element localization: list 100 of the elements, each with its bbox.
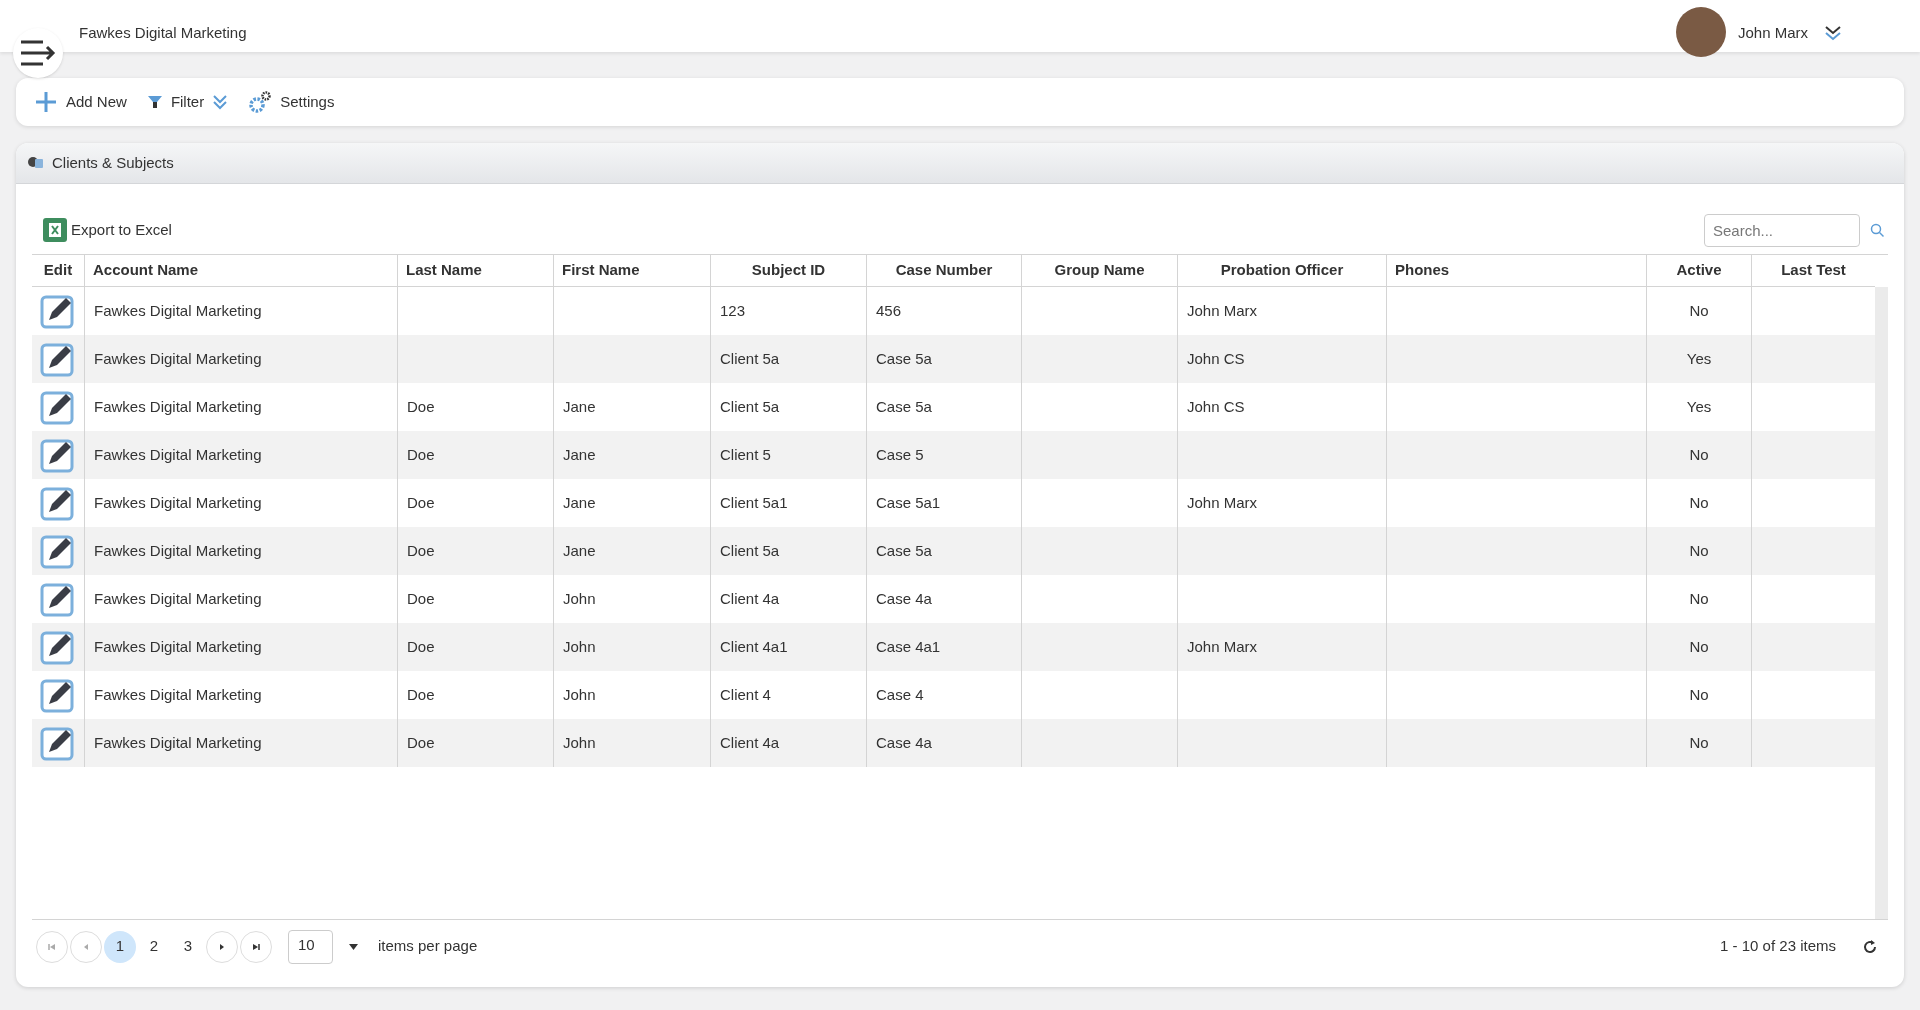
table-cell-text: Fawkes Digital Marketing [94,396,262,417]
page-button[interactable]: 1 [104,930,136,963]
dropdown-arrow-icon[interactable] [349,943,358,950]
table-cell-text: Client 4a1 [720,636,788,657]
column-header[interactable]: Subject ID [710,255,866,286]
edit-icon[interactable] [40,677,76,713]
column-header[interactable]: First Name [553,255,710,286]
edit-icon[interactable] [40,581,76,617]
column-header[interactable]: Case Number [866,255,1021,286]
table-cell-text: Doe [407,588,435,609]
column-header[interactable]: Phones [1386,255,1646,286]
export-excel-button[interactable]: Export to Excel [43,218,172,242]
table-cell-text: Doe [407,732,435,753]
column-header[interactable]: Account Name [84,255,397,286]
refresh-icon[interactable] [1862,938,1878,955]
table-cell-text: Client 5a [720,540,780,561]
table-cell-text: Client 5 [720,444,771,465]
table-cell-text: Fawkes Digital Marketing [94,540,262,561]
table-cell-text: Client 5a [720,396,780,417]
table-cell-text: John CS [1187,396,1245,417]
settings-icon [248,90,273,114]
table-cell-text: John Marx [1187,636,1258,657]
add-new-button[interactable]: Add New [34,90,127,114]
table-cell-text: Case 4 [876,684,924,705]
table-cell-text: Client 5a1 [720,492,788,513]
page-button[interactable]: 3 [172,930,204,963]
table-cell-text: Doe [407,540,435,561]
table-cell-text: Jane [563,444,596,465]
settings-button[interactable]: Settings [248,90,335,114]
people-icon [28,156,44,170]
edit-icon[interactable] [40,725,76,761]
table-cell-text: Jane [563,492,596,513]
table-cell-text: Client 5a [720,348,780,369]
search-field[interactable]: Search... [1704,213,1860,247]
column-header[interactable]: Last Name [397,255,553,286]
table-cell-text: Fawkes Digital Marketing [94,588,262,609]
funnel-icon [146,94,163,110]
user-name[interactable]: John Marx [1737,21,1808,45]
table-cell-text: Fawkes Digital Marketing [94,348,262,369]
table-cell-text: Case 5a [876,396,932,417]
table-cell-text: Fawkes Digital Marketing [94,732,262,753]
table-cell-text: Yes [1686,348,1712,369]
table-cell-text: Case 5 [876,444,924,465]
table-cell-text: John Marx [1187,300,1258,321]
table-cell-text: Client 4a [720,732,780,753]
table-cell-text: No [1689,300,1709,321]
table-cell-text: No [1689,684,1709,705]
table-cell-text: Case 5a [876,540,932,561]
page-size-field[interactable]: 10 [288,929,333,964]
table-cell-text: Case 4a [876,732,932,753]
table-cell-text: John [563,684,596,705]
table-cell-text: Fawkes Digital Marketing [94,300,262,321]
table-cell-text: Doe [407,492,435,513]
table-cell-text: John [563,588,596,609]
column-header[interactable]: Group Name [1021,255,1177,286]
table-cell-text: No [1689,492,1709,513]
edit-icon[interactable] [40,533,76,569]
table-cell-text: No [1689,540,1709,561]
column-header[interactable]: Edit [32,255,84,286]
table-cell-text: Client 4 [720,684,771,705]
table-cell-text: Yes [1686,396,1712,417]
table-cell-text: Case 4a [876,588,932,609]
search-icon[interactable] [1870,222,1885,238]
items-summary: 1 - 10 of 23 items [1720,936,1836,957]
first-page-icon [47,941,57,952]
filter-button[interactable]: Filter [146,90,229,114]
table-cell-text: Case 4a1 [876,636,941,657]
table-cell-text: Case 5a [876,348,932,369]
column-header[interactable]: Active [1646,255,1751,286]
last-page-icon [251,941,261,952]
menu-button[interactable] [13,28,63,78]
page-button[interactable]: 2 [138,930,170,963]
edit-icon[interactable] [40,389,76,425]
table-cell-text: No [1689,732,1709,753]
chevron-down-icon [212,94,229,110]
edit-icon[interactable] [40,629,76,665]
edit-icon[interactable] [40,341,76,377]
column-header[interactable]: Probation Officer [1177,255,1386,286]
table-cell-text: No [1689,588,1709,609]
chevron-down-icon[interactable] [1824,25,1842,41]
edit-icon[interactable] [40,485,76,521]
table-cell-text: Doe [407,444,435,465]
table-cell-text: John CS [1187,348,1245,369]
table-cell-text: John [563,636,596,657]
table-cell-text: No [1689,444,1709,465]
column-header[interactable]: Last Test [1751,255,1875,286]
table-cell-text: John Marx [1187,492,1258,513]
table-cell-text: Fawkes Digital Marketing [94,636,262,657]
edit-icon[interactable] [40,293,76,329]
table-cell-text: 123 [720,300,746,321]
table-cell-text: Fawkes Digital Marketing [94,492,262,513]
table-cell-text: Doe [407,684,435,705]
plus-icon [34,90,58,114]
edit-icon[interactable] [40,437,76,473]
table-cell-text: Fawkes Digital Marketing [94,444,262,465]
table-cell-text: Doe [407,636,435,657]
table-cell-text: Client 4a [720,588,780,609]
table-cell-text: Jane [563,540,596,561]
panel-title: Clients & Subjects [52,152,174,173]
table-cell-text: John [563,732,596,753]
